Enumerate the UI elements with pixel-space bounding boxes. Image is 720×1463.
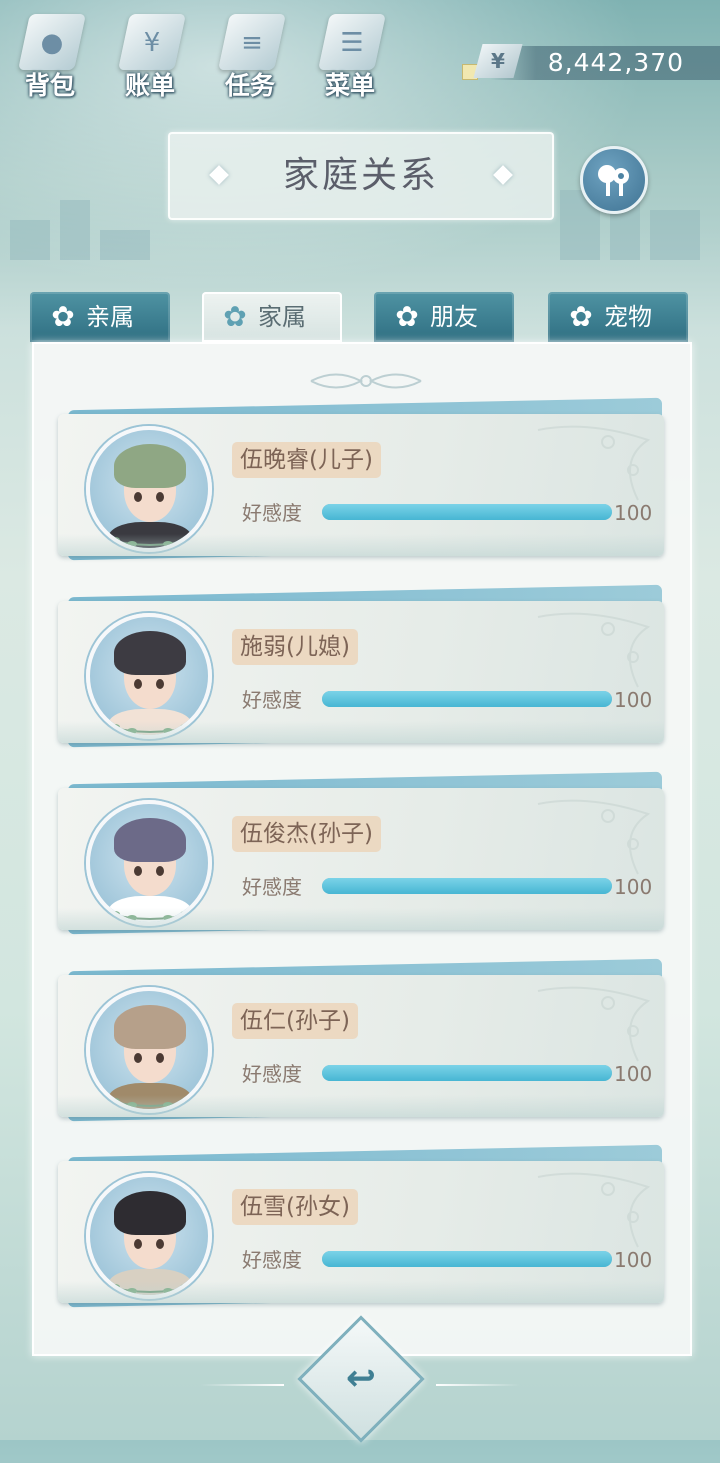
family-member-card[interactable]: 伍仁(孙子) 好感度 100 — [58, 958, 664, 1145]
page-title-banner: 家庭关系 — [168, 132, 554, 220]
affinity-bar — [322, 504, 612, 520]
menu-button[interactable]: ☰ 菜单 — [308, 10, 392, 100]
affinity-value: 100 — [614, 875, 653, 899]
card-front[interactable]: 伍雪(孙女) 好感度 100 — [58, 1161, 664, 1303]
leaf-wreath-icon — [101, 911, 199, 921]
bill-label: 账单 — [124, 71, 175, 100]
affinity-bar-fill — [322, 504, 612, 520]
tab-friends-label: 朋友 — [430, 303, 478, 331]
card-front[interactable]: 伍晚睿(儿子) 好感度 100 — [58, 414, 664, 556]
decor-line-left — [200, 1384, 284, 1386]
family-member-card[interactable]: 伍晚睿(儿子) 好感度 100 — [58, 397, 664, 584]
member-name: 伍仁(孙子) — [232, 1003, 358, 1039]
avatar — [86, 426, 212, 552]
affinity-bar-fill — [322, 1251, 612, 1267]
currency-display: ¥ 8,442,370 — [462, 44, 720, 82]
tab-family[interactable]: ✿ 家属 — [202, 292, 342, 342]
tab-pets-label: 宠物 — [604, 303, 652, 331]
tab-relatives-label: 亲属 — [86, 303, 134, 331]
avatar — [86, 613, 212, 739]
menu-label: 菜单 — [324, 71, 375, 100]
task-button[interactable]: ≡ 任务 — [208, 10, 292, 100]
family-member-card[interactable]: 伍雪(孙女) 好感度 100 — [58, 1144, 664, 1331]
bag-button[interactable]: ● 背包 — [8, 10, 92, 100]
affinity-bar — [322, 1065, 612, 1081]
affinity-label: 好感度 — [242, 688, 302, 712]
affinity-value: 100 — [614, 1062, 653, 1086]
task-label: 任务 — [224, 71, 275, 100]
card-front[interactable]: 伍仁(孙子) 好感度 100 — [58, 975, 664, 1117]
member-name: 伍雪(孙女) — [232, 1189, 358, 1225]
decor-line-right — [436, 1384, 520, 1386]
family-tree-icon — [598, 165, 629, 196]
flower-icon: ✿ — [223, 300, 247, 333]
card-front[interactable]: 伍俊杰(孙子) 好感度 100 — [58, 788, 664, 930]
tab-relatives[interactable]: ✿ 亲属 — [30, 292, 170, 342]
affinity-label: 好感度 — [242, 1062, 302, 1086]
affinity-value: 100 — [614, 1248, 653, 1272]
affinity-bar — [322, 878, 612, 894]
flourish-ornament-icon — [310, 373, 422, 389]
affinity-bar-fill — [322, 1065, 612, 1081]
avatar — [86, 987, 212, 1113]
member-name: 伍俊杰(孙子) — [232, 816, 381, 852]
family-member-card[interactable]: 伍俊杰(孙子) 好感度 100 — [58, 771, 664, 958]
affinity-bar-fill — [322, 878, 612, 894]
affinity-value: 100 — [614, 501, 653, 525]
affinity-value: 100 — [614, 688, 653, 712]
avatar — [86, 800, 212, 926]
tab-friends[interactable]: ✿ 朋友 — [374, 292, 514, 342]
flower-icon: ✿ — [569, 300, 593, 333]
affinity-label: 好感度 — [242, 1248, 302, 1272]
family-tree-button[interactable] — [580, 146, 648, 214]
currency-value: 8,442,370 — [547, 48, 684, 77]
return-arrow-icon: ↩ — [345, 1358, 377, 1399]
leaf-wreath-icon — [101, 1098, 199, 1108]
family-member-card[interactable]: 施弱(儿媳) 好感度 100 — [58, 584, 664, 771]
affinity-bar — [322, 691, 612, 707]
flower-icon: ✿ — [395, 300, 419, 333]
tab-family-label: 家属 — [258, 303, 306, 331]
bag-label: 背包 — [24, 71, 75, 100]
card-front[interactable]: 施弱(儿媳) 好感度 100 — [58, 601, 664, 743]
avatar — [86, 1173, 212, 1299]
tab-pets[interactable]: ✿ 宠物 — [548, 292, 688, 342]
affinity-label: 好感度 — [242, 875, 302, 899]
member-name: 伍晚睿(儿子) — [232, 442, 381, 478]
leaf-wreath-icon — [101, 537, 199, 547]
affinity-bar — [322, 1251, 612, 1267]
member-name: 施弱(儿媳) — [232, 629, 358, 665]
affinity-bar-fill — [322, 691, 612, 707]
affinity-label: 好感度 — [242, 501, 302, 525]
leaf-wreath-icon — [101, 724, 199, 734]
leaf-wreath-icon — [101, 1284, 199, 1294]
flower-icon: ✿ — [51, 300, 75, 333]
bill-button[interactable]: ¥ 账单 — [108, 10, 192, 100]
